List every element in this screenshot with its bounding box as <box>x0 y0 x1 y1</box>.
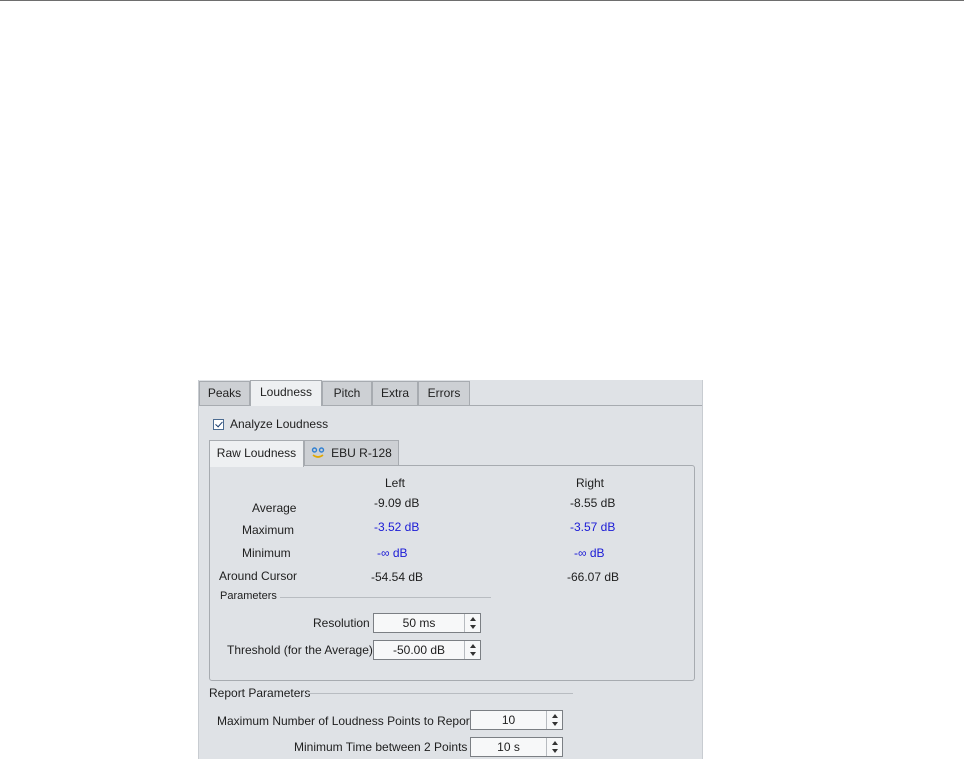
row-maximum-label: Maximum <box>242 523 295 537</box>
maximum-right-value: -3.57 dB <box>570 520 616 534</box>
row-around-cursor-label: Around Cursor <box>219 569 298 583</box>
max-points-down-arrow-icon[interactable] <box>552 722 558 726</box>
threshold-stepper[interactable] <box>464 641 480 659</box>
ebu-logo-icon <box>311 447 325 458</box>
report-group-divider <box>307 693 573 694</box>
average-right-value: -8.55 dB <box>570 496 616 510</box>
threshold-value[interactable]: -50.00 dB <box>374 641 464 659</box>
threshold-spinbox[interactable]: -50.00 dB <box>373 640 481 660</box>
resolution-up-arrow-icon[interactable] <box>470 617 476 621</box>
min-time-down-arrow-icon[interactable] <box>552 749 558 753</box>
threshold-label: Threshold (for the Average) <box>227 643 373 657</box>
min-time-up-arrow-icon[interactable] <box>552 741 558 745</box>
subtab-ebu-r128[interactable]: EBU R-128 <box>304 440 399 466</box>
column-right-header: Right <box>576 476 605 490</box>
parameters-group-divider <box>280 597 491 598</box>
resolution-value[interactable]: 50 ms <box>374 614 464 632</box>
tab-extra[interactable]: Extra <box>372 381 418 405</box>
minimum-right-value: -∞ dB <box>574 546 605 560</box>
max-points-up-arrow-icon[interactable] <box>552 714 558 718</box>
resolution-spinbox[interactable]: 50 ms <box>373 613 481 633</box>
analysis-tabbar: Peaks Loudness Pitch Extra Errors <box>199 380 702 406</box>
tab-peaks[interactable]: Peaks <box>199 381 250 405</box>
threshold-up-arrow-icon[interactable] <box>470 644 476 648</box>
max-points-label: Maximum Number of Loudness Points to Rep… <box>217 714 474 728</box>
min-time-value[interactable]: 10 s <box>471 738 546 756</box>
analyze-loudness-row[interactable]: Analyze Loudness <box>213 416 328 432</box>
analysis-panel: Peaks Loudness Pitch Extra Errors Analyz… <box>198 380 703 759</box>
around-cursor-right-value: -66.07 dB <box>567 570 620 584</box>
tab-errors[interactable]: Errors <box>418 381 470 405</box>
loudness-subtabbar: Raw Loudness EBU R-128 <box>209 440 695 467</box>
max-points-stepper[interactable] <box>546 711 562 729</box>
threshold-down-arrow-icon[interactable] <box>470 652 476 656</box>
resolution-down-arrow-icon[interactable] <box>470 625 476 629</box>
min-time-spinbox[interactable]: 10 s <box>470 737 563 757</box>
report-group-title: Report Parameters <box>209 686 311 700</box>
min-time-stepper[interactable] <box>546 738 562 756</box>
tab-pitch[interactable]: Pitch <box>322 381 372 405</box>
raw-loudness-content: Left Right Average -9.09 dB -8.55 dB Max… <box>209 465 695 681</box>
column-left-header: Left <box>385 476 406 490</box>
analyze-loudness-checkbox[interactable] <box>213 418 224 430</box>
parameters-group-title: Parameters <box>220 590 277 602</box>
tab-loudness[interactable]: Loudness <box>250 380 322 406</box>
min-time-label: Minimum Time between 2 Points <box>294 740 468 754</box>
average-left-value: -9.09 dB <box>374 496 420 510</box>
subtab-ebu-label: EBU R-128 <box>331 446 392 460</box>
resolution-stepper[interactable] <box>464 614 480 632</box>
window-top-border <box>0 0 964 1</box>
max-points-spinbox[interactable]: 10 <box>470 710 563 730</box>
minimum-left-value: -∞ dB <box>377 546 408 560</box>
resolution-label: Resolution <box>313 616 370 630</box>
row-minimum-label: Minimum <box>242 546 291 560</box>
max-points-value[interactable]: 10 <box>471 711 546 729</box>
subtab-raw-loudness[interactable]: Raw Loudness <box>209 440 304 467</box>
row-average-label: Average <box>252 501 297 515</box>
around-cursor-left-value: -54.54 dB <box>371 570 424 584</box>
maximum-left-value: -3.52 dB <box>374 520 420 534</box>
analyze-loudness-label: Analyze Loudness <box>230 417 329 431</box>
